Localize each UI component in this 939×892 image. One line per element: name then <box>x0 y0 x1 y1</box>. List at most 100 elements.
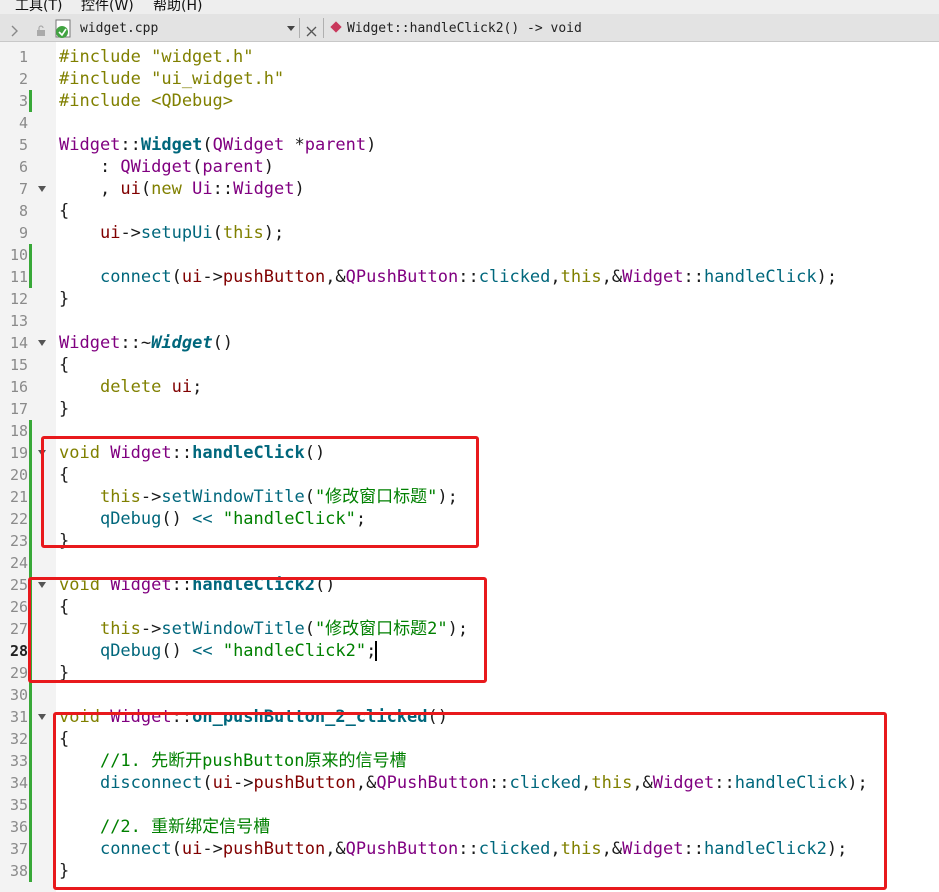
file-dropdown-icon[interactable] <box>287 26 295 31</box>
code-token: delete <box>99 377 162 397</box>
file-name[interactable]: widget.cpp <box>80 21 158 36</box>
code-token: ( <box>192 157 203 177</box>
code-token: } <box>59 399 70 419</box>
lock-icon[interactable] <box>36 22 46 41</box>
fold-arrow-icon[interactable] <box>38 340 46 346</box>
code-token: ( <box>202 135 213 155</box>
line-number: 22 <box>9 510 28 528</box>
line-number: 1 <box>18 48 28 66</box>
menu-help[interactable]: 帮助(H) <box>153 0 202 14</box>
code-token: #include "ui_widget.h" <box>59 69 285 89</box>
code-line[interactable]: connect(ui->pushButton,&QPushButton::cli… <box>59 266 837 288</box>
line-number: 28 <box>9 642 28 660</box>
code-line[interactable]: { <box>59 354 69 376</box>
fold-arrow-icon[interactable] <box>38 714 46 720</box>
highlight-box-handleClick <box>41 436 479 548</box>
code-line[interactable]: { <box>59 200 69 222</box>
code-token: -> <box>120 223 141 243</box>
separator <box>299 18 300 38</box>
function-icon <box>330 21 342 33</box>
code-token: () <box>212 333 234 353</box>
line-number: 20 <box>9 466 28 484</box>
menu-tools[interactable]: 工具(T) <box>15 0 62 14</box>
code-token: connect <box>99 267 172 287</box>
code-line[interactable]: #include <QDebug> <box>59 90 233 112</box>
code-token: ); <box>816 267 838 287</box>
code-token: this <box>560 267 602 287</box>
line-number: 5 <box>18 136 28 154</box>
line-number: 24 <box>9 554 28 572</box>
code-token: :: <box>683 267 704 287</box>
code-token: ui <box>120 179 141 199</box>
code-token: #include "widget.h" <box>59 47 254 67</box>
cpp-file-icon <box>54 19 74 43</box>
code-line[interactable]: } <box>59 398 69 420</box>
code-token: Widget <box>151 333 213 353</box>
code-line[interactable]: Widget::Widget(QWidget *parent) <box>59 134 376 156</box>
menu-widgets[interactable]: 控件(W) <box>81 0 134 14</box>
function-selector[interactable]: Widget::handleClick2() -> void <box>347 21 582 36</box>
code-token: clicked <box>478 267 551 287</box>
nav-forward-icon[interactable] <box>11 22 19 41</box>
code-line[interactable]: Widget::~Widget() <box>59 332 233 354</box>
code-token: ui <box>171 377 193 397</box>
code-token: , <box>59 179 121 199</box>
line-number: 19 <box>9 444 28 462</box>
code-token: ,& <box>601 267 623 287</box>
code-token: :: <box>458 267 479 287</box>
highlight-box-handleClick2 <box>28 577 487 683</box>
line-number: 4 <box>18 114 28 132</box>
code-line[interactable]: #include "ui_widget.h" <box>59 68 284 90</box>
line-number: 36 <box>9 818 28 836</box>
fold-arrow-icon[interactable] <box>38 186 46 192</box>
code-token: QWidget <box>212 135 285 155</box>
line-number: 26 <box>9 598 28 616</box>
code-line[interactable]: #include "widget.h" <box>59 46 253 68</box>
code-token: ) <box>366 135 377 155</box>
code-token: handleClick <box>704 267 817 287</box>
code-token: Ui <box>192 179 213 199</box>
line-number: 35 <box>9 796 28 814</box>
highlight-box-on-pushButton-2-clicked <box>53 712 887 890</box>
line-number: 3 <box>18 92 28 110</box>
code-token: ); <box>263 223 285 243</box>
close-icon[interactable] <box>306 22 317 41</box>
code-token: #include <QDebug> <box>59 91 233 111</box>
code-token: :: <box>120 135 141 155</box>
line-number: 8 <box>18 202 28 220</box>
code-token: new <box>151 179 182 199</box>
code-token: Widget <box>59 135 121 155</box>
code-line[interactable]: , ui(new Ui::Widget) <box>59 178 305 200</box>
line-number: 31 <box>9 708 28 726</box>
code-line[interactable]: } <box>59 288 69 310</box>
line-number: 2 <box>18 70 28 88</box>
code-token: parent <box>202 157 264 177</box>
code-token: ; <box>192 377 203 397</box>
line-number: 7 <box>18 180 28 198</box>
code-token: ( <box>212 223 223 243</box>
line-number: 27 <box>9 620 28 638</box>
code-token: , <box>550 267 561 287</box>
line-number: 18 <box>9 422 28 440</box>
code-token: ::~ <box>120 333 152 353</box>
line-number: 37 <box>9 840 28 858</box>
editor-toolbar: widget.cpp Widget::handleClick2() -> voi… <box>0 14 939 42</box>
code-token: parent <box>304 135 367 155</box>
code-token: ) <box>263 157 274 177</box>
line-number: 10 <box>9 246 28 264</box>
line-number: 33 <box>9 752 28 770</box>
code-line[interactable]: delete ui; <box>59 376 202 398</box>
code-token: * <box>284 135 305 155</box>
code-token: :: <box>212 179 234 199</box>
code-token: ( <box>171 267 182 287</box>
change-marker <box>29 90 32 112</box>
code-line[interactable]: : QWidget(parent) <box>59 156 274 178</box>
code-line[interactable]: ui->setupUi(this); <box>59 222 284 244</box>
line-number: 13 <box>9 312 28 330</box>
line-number: 16 <box>9 378 28 396</box>
code-token: : <box>59 157 121 177</box>
code-token: { <box>59 355 70 375</box>
line-number: 9 <box>18 224 28 242</box>
